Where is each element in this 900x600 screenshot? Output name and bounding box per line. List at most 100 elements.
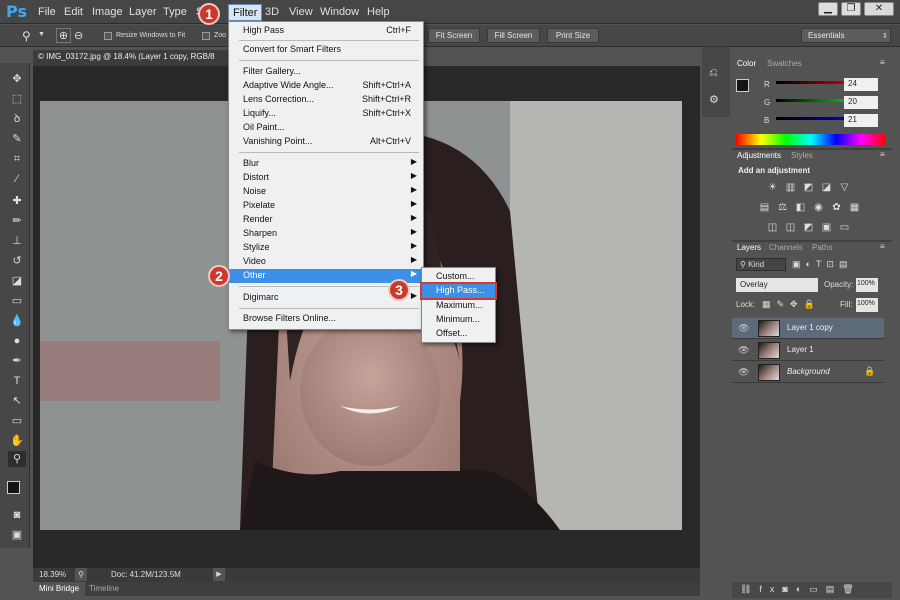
resize-windows-checkbox[interactable] <box>104 32 112 40</box>
menu-item-high-pass-last[interactable]: High Pass Ctrl+F <box>229 24 423 38</box>
menu-item-lens-correction[interactable]: Lens Correction... Shift+Ctrl+R <box>229 93 423 107</box>
menu-item-video[interactable]: Video ▶ <box>229 255 423 269</box>
red-value[interactable]: 24 <box>844 78 878 91</box>
menu-edit[interactable]: Edit <box>64 6 83 18</box>
gradient-map-icon[interactable]: ▭ <box>838 222 851 233</box>
layer-name[interactable]: Layer 1 copy <box>787 323 833 332</box>
tab-mini-bridge[interactable]: Mini Bridge <box>33 582 86 596</box>
tab-adjustments[interactable]: Adjustments <box>734 150 785 162</box>
zoom-level[interactable]: 18.39% <box>39 570 66 579</box>
fill-input[interactable]: 100% <box>856 298 878 312</box>
layer-row[interactable]: 👁 Background 🔒 <box>732 362 884 383</box>
foreground-swatch[interactable] <box>736 79 749 92</box>
layer-filter-icons[interactable]: ▣◐T⊡▤ <box>792 259 852 270</box>
green-value[interactable]: 20 <box>844 96 878 109</box>
eye-icon[interactable]: 👁 <box>738 367 749 378</box>
lock-icons[interactable]: ▦✎✥🔒 <box>762 299 821 310</box>
menu-item-browse-filters-online[interactable]: Browse Filters Online... <box>229 312 423 326</box>
tab-color[interactable]: Color <box>734 58 760 70</box>
vibrance-icon[interactable]: ▽ <box>838 182 851 193</box>
invert-icon[interactable]: ◫ <box>766 222 779 233</box>
menu-item-convert-smart-filters[interactable]: Convert for Smart Filters <box>229 43 423 57</box>
exposure-icon[interactable]: ◪ <box>820 182 833 193</box>
status-info-icon[interactable]: ⚲ <box>75 568 87 581</box>
submenu-item-minimum[interactable]: Minimum... <box>422 313 495 327</box>
menu-item-blur[interactable]: Blur ▶ <box>229 157 423 171</box>
gradient-tool-icon[interactable]: ▭ <box>8 293 26 309</box>
threshold-icon[interactable]: ◩ <box>802 222 815 233</box>
eye-icon[interactable]: 👁 <box>738 323 749 334</box>
path-select-tool-icon[interactable]: ↖ <box>8 393 26 409</box>
menu-help[interactable]: Help <box>367 6 390 18</box>
color-spectrum-bar[interactable] <box>736 134 886 145</box>
menu-item-adaptive-wide-angle[interactable]: Adaptive Wide Angle... Shift+Ctrl+A <box>229 79 423 93</box>
menu-view[interactable]: View <box>289 6 313 18</box>
layer-row[interactable]: 👁 Layer 1 <box>732 340 884 361</box>
crop-tool-icon[interactable]: ⌗ <box>8 151 26 167</box>
marquee-tool-icon[interactable]: ⬚ <box>8 91 26 107</box>
hue-saturation-icon[interactable]: ▤ <box>758 202 771 213</box>
foreground-color-swatch[interactable] <box>7 481 20 494</box>
menu-item-oil-paint[interactable]: Oil Paint... <box>229 121 423 135</box>
minimize-button[interactable]: ▁ <box>818 2 838 16</box>
workspace-select[interactable]: Essentials <box>801 28 891 43</box>
selective-color-icon[interactable]: ▣ <box>820 222 833 233</box>
menu-file[interactable]: File <box>38 6 56 18</box>
black-white-icon[interactable]: ◧ <box>794 202 807 213</box>
healing-brush-tool-icon[interactable]: ✚ <box>8 193 26 209</box>
curves-icon[interactable]: ◩ <box>802 182 815 193</box>
blur-tool-icon[interactable]: 💧 <box>8 313 26 329</box>
dodge-tool-icon[interactable]: ● <box>8 333 26 349</box>
quick-mask-icon[interactable]: ◙ <box>8 507 26 523</box>
menu-item-noise[interactable]: Noise ▶ <box>229 185 423 199</box>
screen-mode-icon[interactable]: ▣ <box>8 527 26 543</box>
close-button[interactable]: ✕ <box>864 2 894 16</box>
menu-type[interactable]: Type <box>163 6 187 18</box>
menu-item-vanishing-point[interactable]: Vanishing Point... Alt+Ctrl+V <box>229 135 423 149</box>
layer-name[interactable]: Layer 1 <box>787 345 814 354</box>
rectangle-tool-icon[interactable]: ▭ <box>8 413 26 429</box>
menu-3d[interactable]: 3D <box>265 6 279 18</box>
photo-filter-icon[interactable]: ◉ <box>812 202 825 213</box>
type-tool-icon[interactable]: T <box>8 373 26 389</box>
print-size-button[interactable]: Print Size <box>547 28 599 43</box>
layer-filter-kind[interactable]: ⚲ Kind <box>736 258 786 271</box>
zoom-tool-icon[interactable]: ⚲ <box>22 29 31 43</box>
tab-paths[interactable]: Paths <box>809 242 835 254</box>
properties-panel-icon[interactable]: ⚙ <box>709 93 719 106</box>
opacity-input[interactable]: 100% <box>856 278 878 292</box>
eraser-tool-icon[interactable]: ◪ <box>8 273 26 289</box>
hand-tool-icon[interactable]: ✋ <box>8 433 26 449</box>
zoom-tool-icon[interactable]: ⚲ <box>8 451 26 467</box>
submenu-item-high-pass[interactable]: High Pass... <box>420 282 497 300</box>
tab-layers[interactable]: Layers <box>734 242 765 254</box>
panel-menu-icon[interactable]: ≡ <box>880 58 885 67</box>
restore-button[interactable]: ❐ <box>841 2 861 16</box>
color-lookup-icon[interactable]: ▦ <box>848 202 861 213</box>
brightness-icon[interactable]: ☀ <box>766 182 779 193</box>
eye-icon[interactable]: 👁 <box>738 345 749 356</box>
blue-value[interactable]: 21 <box>844 114 878 127</box>
menu-window[interactable]: Window <box>320 6 359 18</box>
color-balance-icon[interactable]: ⚖ <box>776 202 789 213</box>
menu-item-filter-gallery[interactable]: Filter Gallery... <box>229 65 423 79</box>
move-tool-icon[interactable]: ✥ <box>8 71 26 87</box>
history-panel-icon[interactable]: ⎌ <box>709 67 718 80</box>
fit-screen-button[interactable]: Fit Screen <box>428 28 480 43</box>
menu-item-stylize[interactable]: Stylize ▶ <box>229 241 423 255</box>
posterize-icon[interactable]: ◫ <box>784 222 797 233</box>
tab-styles[interactable]: Styles <box>788 150 816 162</box>
zoom-out-icon[interactable]: ⊖ <box>74 29 83 42</box>
layer-name[interactable]: Background <box>787 367 830 376</box>
lasso-tool-icon[interactable]: ꝺ <box>8 111 26 127</box>
menu-item-sharpen[interactable]: Sharpen ▶ <box>229 227 423 241</box>
blend-mode-select[interactable]: Overlay <box>736 278 818 292</box>
history-brush-tool-icon[interactable]: ↺ <box>8 253 26 269</box>
layer-row[interactable]: 👁 Layer 1 copy <box>732 318 884 339</box>
panel-menu-icon[interactable]: ≡ <box>880 150 885 159</box>
document-tab[interactable]: © IMG_03172.jpg @ 18.4% (Layer 1 copy, R… <box>33 50 233 66</box>
tab-timeline[interactable]: Timeline <box>89 584 119 593</box>
brush-tool-icon[interactable]: ✏ <box>8 213 26 229</box>
levels-icon[interactable]: ▥ <box>784 182 797 193</box>
fill-screen-button[interactable]: Fill Screen <box>487 28 540 43</box>
